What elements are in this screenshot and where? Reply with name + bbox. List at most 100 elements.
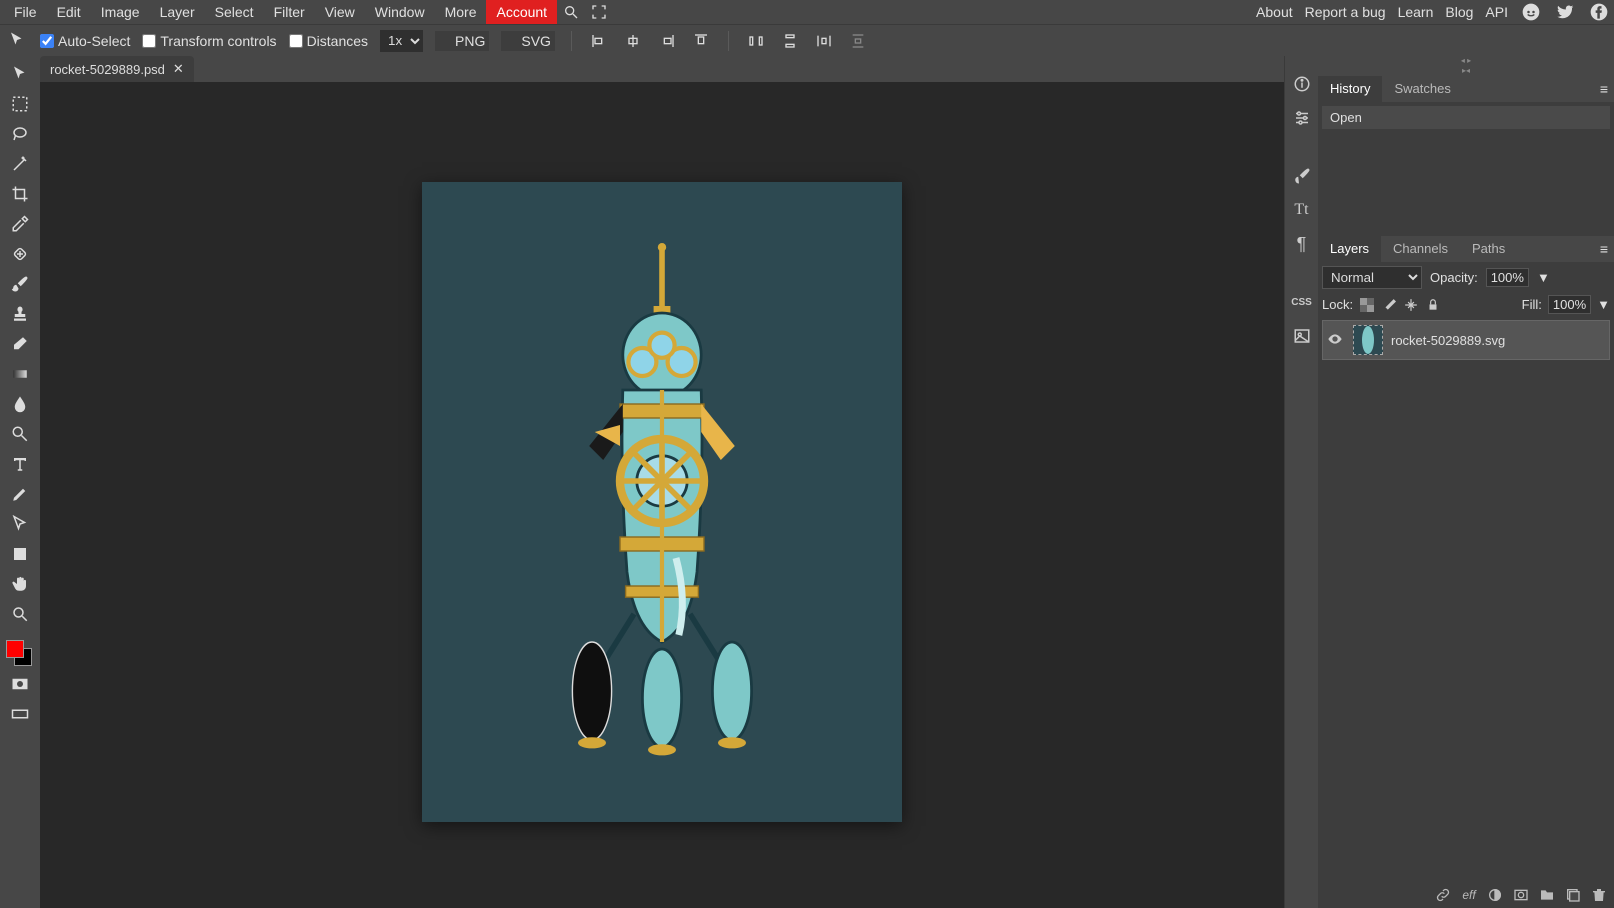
- color-swatch[interactable]: [6, 638, 34, 666]
- distribute-spacing-h-icon[interactable]: [813, 30, 835, 52]
- panel-menu-icon[interactable]: ≡: [1594, 236, 1614, 262]
- menu-select[interactable]: Select: [205, 0, 264, 24]
- brush-panel-icon[interactable]: [1290, 164, 1314, 188]
- fill-value[interactable]: 100%: [1548, 295, 1591, 314]
- document-tab[interactable]: rocket-5029889.psd ✕: [40, 56, 194, 82]
- link-layers-icon[interactable]: [1434, 886, 1452, 904]
- close-icon[interactable]: ✕: [173, 61, 184, 77]
- align-left-icon[interactable]: [588, 30, 610, 52]
- lock-all-icon[interactable]: [1425, 297, 1441, 313]
- panel-menu-icon[interactable]: ≡: [1594, 76, 1614, 102]
- export-svg-button[interactable]: SVG: [501, 31, 555, 51]
- blur-tool[interactable]: [5, 392, 35, 416]
- layer-mask-o-icon[interactable]: [1486, 886, 1504, 904]
- blend-mode-select[interactable]: Normal: [1322, 266, 1422, 289]
- paragraph-panel-icon[interactable]: ¶: [1290, 232, 1314, 256]
- gradient-tool[interactable]: [5, 362, 35, 386]
- character-panel-icon[interactable]: Tt: [1290, 198, 1314, 222]
- pen-tool[interactable]: [5, 482, 35, 506]
- layer-visibility-icon[interactable]: [1327, 331, 1345, 350]
- export-png-button[interactable]: PNG: [435, 31, 489, 51]
- opacity-value[interactable]: 100%: [1486, 268, 1529, 287]
- layer-effects-icon[interactable]: eff: [1460, 886, 1478, 904]
- screen-mode-icon[interactable]: [5, 702, 35, 726]
- transform-controls-checkbox[interactable]: Transform controls: [142, 33, 276, 49]
- dodge-tool[interactable]: [5, 422, 35, 446]
- menu-file[interactable]: File: [4, 0, 47, 24]
- auto-select-checkbox[interactable]: Auto-Select: [40, 33, 130, 49]
- zoom-tool[interactable]: [5, 602, 35, 626]
- lock-position-icon[interactable]: [1403, 297, 1419, 313]
- foreground-color[interactable]: [6, 640, 24, 658]
- link-blog[interactable]: Blog: [1445, 4, 1473, 20]
- delete-layer-icon[interactable]: [1590, 886, 1608, 904]
- align-top-icon[interactable]: [690, 30, 712, 52]
- menu-window[interactable]: Window: [365, 0, 435, 24]
- distribute-spacing-v-icon[interactable]: [847, 30, 869, 52]
- link-api[interactable]: API: [1485, 4, 1508, 20]
- menu-view[interactable]: View: [315, 0, 365, 24]
- new-layer-icon[interactable]: [1564, 886, 1582, 904]
- history-item[interactable]: Open: [1322, 106, 1610, 129]
- tab-history[interactable]: History: [1318, 76, 1382, 102]
- menu-more[interactable]: More: [435, 0, 487, 24]
- shape-tool[interactable]: [5, 542, 35, 566]
- panel-drag-handle[interactable]: ▸◂: [1318, 66, 1614, 76]
- history-panel: ▸◂ History Swatches ≡ Open: [1318, 66, 1614, 236]
- lock-pixels-icon[interactable]: [1381, 297, 1397, 313]
- artboard[interactable]: [422, 182, 902, 822]
- add-mask-icon[interactable]: [1512, 886, 1530, 904]
- fullscreen-icon[interactable]: [585, 0, 613, 24]
- separator: [571, 31, 572, 51]
- fill-dropdown-icon[interactable]: ▼: [1597, 297, 1610, 312]
- distances-checkbox[interactable]: Distances: [289, 33, 368, 49]
- twitter-icon[interactable]: [1554, 1, 1576, 23]
- eraser-tool[interactable]: [5, 332, 35, 356]
- lock-transparency-icon[interactable]: [1359, 297, 1375, 313]
- menu-account[interactable]: Account: [486, 0, 557, 24]
- link-report-bug[interactable]: Report a bug: [1305, 4, 1386, 20]
- eyedropper-tool[interactable]: [5, 212, 35, 236]
- info-icon[interactable]: [1290, 72, 1314, 96]
- align-center-h-icon[interactable]: [622, 30, 644, 52]
- distribute-h-icon[interactable]: [745, 30, 767, 52]
- layer-name[interactable]: rocket-5029889.svg: [1391, 333, 1505, 348]
- align-right-icon[interactable]: [656, 30, 678, 52]
- healing-tool[interactable]: [5, 242, 35, 266]
- menu-layer[interactable]: Layer: [150, 0, 205, 24]
- canvas-area[interactable]: [40, 82, 1284, 908]
- path-select-tool[interactable]: [5, 512, 35, 536]
- opacity-dropdown-icon[interactable]: ▼: [1537, 270, 1550, 285]
- marquee-tool[interactable]: [5, 92, 35, 116]
- panel-collapse-handle[interactable]: ◂ ▸: [1318, 56, 1614, 66]
- facebook-icon[interactable]: [1588, 1, 1610, 23]
- crop-tool[interactable]: [5, 182, 35, 206]
- menu-edit[interactable]: Edit: [47, 0, 91, 24]
- tab-layers[interactable]: Layers: [1318, 236, 1381, 262]
- link-learn[interactable]: Learn: [1398, 4, 1434, 20]
- hand-tool[interactable]: [5, 572, 35, 596]
- wand-tool[interactable]: [5, 152, 35, 176]
- tab-channels[interactable]: Channels: [1381, 236, 1460, 262]
- adjustments-icon[interactable]: [1290, 106, 1314, 130]
- distribute-v-icon[interactable]: [779, 30, 801, 52]
- layer-thumbnail[interactable]: [1353, 325, 1383, 355]
- menu-filter[interactable]: Filter: [264, 0, 315, 24]
- lasso-tool[interactable]: [5, 122, 35, 146]
- tab-paths[interactable]: Paths: [1460, 236, 1517, 262]
- layer-row[interactable]: rocket-5029889.svg: [1322, 320, 1610, 360]
- menu-image[interactable]: Image: [91, 0, 150, 24]
- reddit-icon[interactable]: [1520, 1, 1542, 23]
- brush-tool[interactable]: [5, 272, 35, 296]
- image-panel-icon[interactable]: [1290, 324, 1314, 348]
- link-about[interactable]: About: [1256, 4, 1293, 20]
- stamp-tool[interactable]: [5, 302, 35, 326]
- quick-mask-icon[interactable]: [5, 672, 35, 696]
- css-panel-icon[interactable]: CSS: [1290, 290, 1314, 314]
- move-tool[interactable]: [5, 62, 35, 86]
- search-icon[interactable]: [557, 0, 585, 24]
- new-folder-icon[interactable]: [1538, 886, 1556, 904]
- type-tool[interactable]: [5, 452, 35, 476]
- zoom-select[interactable]: 1x: [380, 30, 423, 52]
- tab-swatches[interactable]: Swatches: [1382, 76, 1462, 102]
